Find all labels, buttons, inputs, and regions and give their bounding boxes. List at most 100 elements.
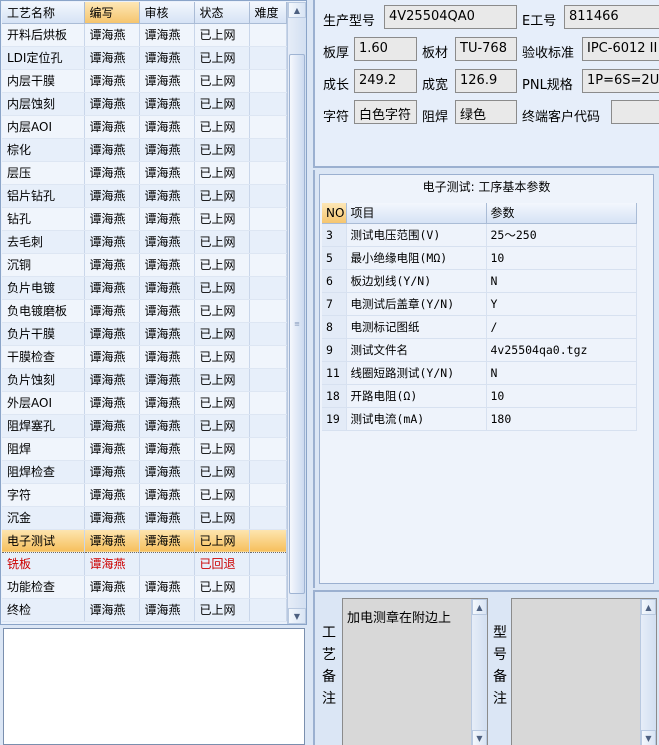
table-row[interactable]: 功能检查 谭海燕 谭海燕 已上网 bbox=[2, 575, 287, 599]
col-header-difficulty[interactable]: 难度 bbox=[249, 2, 287, 24]
table-row[interactable]: 干膜检查 谭海燕 谭海燕 已上网 bbox=[2, 345, 287, 369]
table-row[interactable]: 内层蚀刻 谭海燕 谭海燕 已上网 bbox=[2, 92, 287, 116]
e-no-field[interactable]: 811466 bbox=[564, 5, 659, 29]
table-row[interactable]: 负片电镀 谭海燕 谭海燕 已上网 bbox=[2, 276, 287, 300]
left-memo-area[interactable] bbox=[3, 628, 305, 745]
process-name-cell: 负片干膜 bbox=[2, 322, 85, 346]
table-row[interactable]: 电子测试 谭海燕 谭海燕 已上网 bbox=[2, 528, 287, 553]
col-header-item[interactable]: 项目 bbox=[346, 203, 487, 224]
param-row[interactable]: 19 测试电流(mA) 180 bbox=[322, 407, 637, 431]
length-field[interactable]: 249.2 bbox=[354, 69, 417, 93]
table-row[interactable]: 阻焊 谭海燕 谭海燕 已上网 bbox=[2, 437, 287, 461]
model-notes-field[interactable]: ▲ ▼ bbox=[511, 598, 657, 745]
table-row[interactable]: 沉铜 谭海燕 谭海燕 已上网 bbox=[2, 253, 287, 277]
scroll-up-arrow-icon[interactable]: ▲ bbox=[288, 2, 306, 18]
table-row[interactable]: 开料后烘板 谭海燕 谭海燕 已上网 bbox=[2, 23, 287, 47]
col-header-no[interactable]: NO bbox=[322, 203, 347, 224]
mask-field[interactable]: 绿色 bbox=[455, 100, 517, 124]
param-row[interactable]: 18 开路电阻(Ω) 10 bbox=[322, 384, 637, 408]
writer-cell: 谭海燕 bbox=[84, 437, 140, 461]
writer-cell: 谭海燕 bbox=[84, 552, 140, 576]
difficulty-cell bbox=[249, 460, 287, 484]
writer-cell: 谭海燕 bbox=[84, 345, 140, 369]
process-name-cell: 干膜检查 bbox=[2, 345, 85, 369]
param-row[interactable]: 11 线圈短路测试(Y/N) N bbox=[322, 361, 637, 385]
process-table: 工艺名称 编写 审核 状态 难度 开料后烘板 谭海燕 谭海燕 已上网 LDI定位孔 谭海燕… bbox=[2, 2, 287, 622]
scroll-thumb[interactable]: ≡ bbox=[289, 54, 305, 594]
table-row[interactable]: 棕化 谭海燕 谭海燕 已上网 bbox=[2, 138, 287, 162]
process-name-cell: 负片蚀刻 bbox=[2, 368, 85, 392]
customer-code-field[interactable] bbox=[611, 100, 659, 124]
model-field[interactable]: 4V25504QA0 bbox=[384, 5, 517, 29]
table-row[interactable]: 终检 谭海燕 谭海燕 已上网 bbox=[2, 598, 287, 622]
notes-panel: 工艺备注 加电测章在附边上 ▲ ▼ 型号备注 ▲ ▼ bbox=[313, 590, 659, 745]
param-row[interactable]: 8 电测标记图纸 / bbox=[322, 315, 637, 339]
process-notes-scrollbar[interactable]: ▲ ▼ bbox=[471, 599, 487, 745]
param-item-cell: 开路电阻(Ω) bbox=[346, 384, 487, 408]
model-notes-scrollbar[interactable]: ▲ ▼ bbox=[640, 599, 656, 745]
param-no-cell: 8 bbox=[322, 315, 347, 339]
difficulty-cell bbox=[249, 69, 287, 93]
scroll-up-arrow-icon[interactable]: ▲ bbox=[641, 599, 656, 615]
pnl-field[interactable]: 1P=6S=2U bbox=[582, 69, 659, 93]
col-header-status[interactable]: 状态 bbox=[194, 2, 250, 24]
customer-code-label: 终端客户代码 bbox=[522, 110, 601, 125]
process-list-scrollbar[interactable]: ▲ ≡ ▼ bbox=[287, 2, 306, 624]
status-cell: 已上网 bbox=[194, 299, 250, 323]
col-header-param[interactable]: 参数 bbox=[486, 203, 637, 224]
table-row[interactable]: 外层AOI 谭海燕 谭海燕 已上网 bbox=[2, 391, 287, 415]
table-row[interactable]: 内层干膜 谭海燕 谭海燕 已上网 bbox=[2, 69, 287, 93]
param-value-cell: 10 bbox=[486, 384, 637, 408]
process-notes-field[interactable]: 加电测章在附边上 ▲ ▼ bbox=[342, 598, 488, 745]
process-name-cell: 内层干膜 bbox=[2, 69, 85, 93]
status-cell: 已上网 bbox=[194, 322, 250, 346]
table-row[interactable]: 内层AOI 谭海燕 谭海燕 已上网 bbox=[2, 115, 287, 139]
table-row[interactable]: 字符 谭海燕 谭海燕 已上网 bbox=[2, 483, 287, 507]
scroll-down-arrow-icon[interactable]: ▼ bbox=[472, 730, 487, 745]
status-cell: 已上网 bbox=[194, 506, 250, 530]
table-row[interactable]: 阻焊检查 谭海燕 谭海燕 已上网 bbox=[2, 460, 287, 484]
material-field[interactable]: TU-768 bbox=[455, 37, 517, 61]
params-table-header: NO 项目 参数 bbox=[322, 203, 637, 224]
table-row[interactable]: 去毛刺 谭海燕 谭海燕 已上网 bbox=[2, 230, 287, 254]
col-header-reviewer[interactable]: 审核 bbox=[139, 2, 195, 24]
thickness-field[interactable]: 1.60 bbox=[354, 37, 417, 61]
table-row[interactable]: 负电镀磨板 谭海燕 谭海燕 已上网 bbox=[2, 299, 287, 323]
param-value-cell: 10 bbox=[486, 246, 637, 270]
writer-cell: 谭海燕 bbox=[84, 276, 140, 300]
col-header-writer[interactable]: 编写 bbox=[84, 2, 140, 24]
difficulty-cell bbox=[249, 414, 287, 438]
table-row[interactable]: 铣板 谭海燕 已回退 bbox=[2, 552, 287, 576]
param-row[interactable]: 9 测试文件名 4v25504qa0.tgz bbox=[322, 338, 637, 362]
param-row[interactable]: 5 最小绝缘电阻(MΩ) 10 bbox=[322, 246, 637, 270]
table-row[interactable]: 阻焊塞孔 谭海燕 谭海燕 已上网 bbox=[2, 414, 287, 438]
table-row[interactable]: 铝片钻孔 谭海燕 谭海燕 已上网 bbox=[2, 184, 287, 208]
param-row[interactable]: 7 电测试后盖章(Y/N) Y bbox=[322, 292, 637, 316]
process-table-header: 工艺名称 编写 审核 状态 难度 bbox=[2, 2, 287, 24]
difficulty-cell bbox=[249, 92, 287, 116]
process-name-cell: 去毛刺 bbox=[2, 230, 85, 254]
scroll-down-arrow-icon[interactable]: ▼ bbox=[641, 730, 656, 745]
table-row[interactable]: LDI定位孔 谭海燕 谭海燕 已上网 bbox=[2, 46, 287, 70]
param-row[interactable]: 6 板边划线(Y/N) N bbox=[322, 269, 637, 293]
table-row[interactable]: 沉金 谭海燕 谭海燕 已上网 bbox=[2, 506, 287, 530]
char-field[interactable]: 白色字符 bbox=[354, 100, 417, 124]
reviewer-cell: 谭海燕 bbox=[139, 23, 195, 47]
writer-cell: 谭海燕 bbox=[84, 506, 140, 530]
process-name-cell: 沉金 bbox=[2, 506, 85, 530]
width-field[interactable]: 126.9 bbox=[455, 69, 517, 93]
param-row[interactable]: 3 测试电压范围(V) 25～250 bbox=[322, 223, 637, 247]
scroll-up-arrow-icon[interactable]: ▲ bbox=[472, 599, 487, 615]
table-row[interactable]: 负片干膜 谭海燕 谭海燕 已上网 bbox=[2, 322, 287, 346]
table-row[interactable]: 层压 谭海燕 谭海燕 已上网 bbox=[2, 161, 287, 185]
table-row[interactable]: 钻孔 谭海燕 谭海燕 已上网 bbox=[2, 207, 287, 231]
reviewer-cell: 谭海燕 bbox=[139, 92, 195, 116]
col-header-process-name[interactable]: 工艺名称 bbox=[2, 2, 85, 24]
standard-field[interactable]: IPC-6012 II bbox=[582, 37, 659, 61]
reviewer-cell: 谭海燕 bbox=[139, 46, 195, 70]
scroll-down-arrow-icon[interactable]: ▼ bbox=[288, 608, 306, 624]
status-cell: 已上网 bbox=[194, 391, 250, 415]
table-row[interactable]: 负片蚀刻 谭海燕 谭海燕 已上网 bbox=[2, 368, 287, 392]
reviewer-cell: 谭海燕 bbox=[139, 207, 195, 231]
process-name-cell: 沉铜 bbox=[2, 253, 85, 277]
